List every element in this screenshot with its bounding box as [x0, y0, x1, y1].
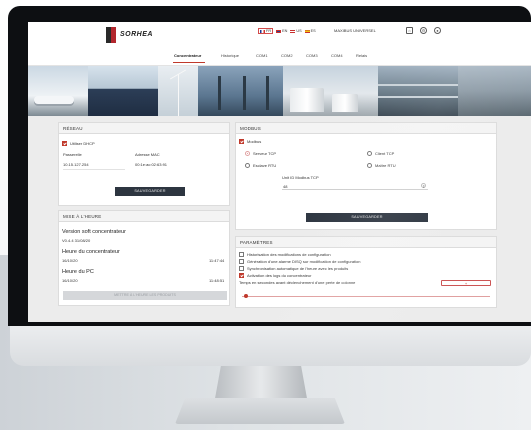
- settings-icon[interactable]: ⚙: [420, 27, 427, 34]
- pc-date: 16/10/20: [62, 278, 78, 283]
- mac-value: 00:1e:ac:02:63:91: [135, 162, 168, 167]
- banner-refinery: [378, 66, 458, 116]
- mac-label: Adresse MAC: [135, 152, 160, 157]
- flag-uk-icon: [276, 29, 282, 33]
- app-header: SORHEA FR EN US ES MAXIBUS UNIVERSEL ⌂ ⚙…: [28, 22, 531, 48]
- lang-es[interactable]: ES: [304, 28, 316, 34]
- maitre-rtu-label: Maître RTU: [375, 163, 396, 168]
- pipe: [378, 84, 458, 86]
- reseau-card: RÉSEAU Utiliser DHCP Passerelle Adresse …: [58, 122, 230, 206]
- check-historisation-label: Historisation des modifications de confi…: [247, 252, 331, 257]
- banner-industrial-site: [458, 66, 531, 116]
- mise-a-heure-title: MISE À L'HEURE: [59, 211, 229, 222]
- pc-time-label: Heure du PC: [62, 269, 94, 275]
- screen: SORHEA FR EN US ES MAXIBUS UNIVERSEL ⌂ ⚙…: [28, 22, 531, 322]
- version-value: V0.4.4 31/08/20: [62, 238, 91, 243]
- dhcp-checkbox[interactable]: [62, 141, 67, 146]
- radio-esclave-rtu[interactable]: [245, 163, 250, 168]
- tab-historique[interactable]: Historique: [221, 53, 239, 58]
- modbus-card: MODBUS Modbus Serveur TCP Client TCP Esc…: [235, 122, 497, 230]
- flag-us-icon: [290, 29, 296, 33]
- home-icon[interactable]: ⌂: [406, 27, 413, 34]
- check-logs-label: Activation des logs du concentrateur: [247, 273, 312, 278]
- check-alarme-disq-label: Génération d'une alarme DISQ sur modific…: [247, 259, 361, 264]
- tank: [332, 94, 358, 112]
- delay-increment-button[interactable]: +: [441, 280, 491, 286]
- check-historisation[interactable]: [239, 252, 244, 257]
- mise-a-heure-card: MISE À L'HEURE Version soft concentrateu…: [58, 210, 230, 306]
- reseau-title: RÉSEAU: [59, 123, 229, 134]
- modbus-checkbox[interactable]: [239, 139, 244, 144]
- modbus-label: Modbus: [247, 139, 262, 144]
- crane: [218, 76, 221, 110]
- tab-com2[interactable]: COM2: [281, 53, 293, 58]
- active-tab-indicator: [173, 62, 205, 63]
- tab-relais[interactable]: Relais: [356, 53, 367, 58]
- delay-label: Temps en secondes avant déclenchement d'…: [239, 280, 356, 285]
- unit-id-input[interactable]: [282, 183, 428, 190]
- esclave-rtu-label: Esclave RTU: [253, 163, 277, 168]
- check-logs[interactable]: [239, 273, 244, 278]
- conc-date: 16/10/20: [62, 258, 78, 263]
- unit-id-value: 48: [283, 184, 288, 189]
- reseau-save-button[interactable]: SAUVEGARDER: [115, 187, 185, 196]
- delay-slider-knob[interactable]: [244, 294, 248, 298]
- dhcp-label: Utiliser DHCP: [70, 141, 95, 146]
- gateway-underline: [63, 169, 125, 170]
- parametres-title: PARAMÈTRES: [236, 237, 496, 248]
- lang-fr[interactable]: FR: [258, 28, 274, 34]
- delay-slider-track[interactable]: [242, 296, 490, 297]
- tab-com3[interactable]: COM3: [306, 53, 318, 58]
- turbine-mast: [178, 74, 179, 116]
- banner-airplane: [34, 96, 74, 104]
- modbus-save-button[interactable]: SAUVEGARDER: [306, 213, 428, 222]
- gateway-label: Passerelle: [63, 152, 82, 157]
- crane: [266, 76, 269, 110]
- pc-time: 11:48:51: [209, 278, 225, 283]
- conc-time-label: Heure du concentrateur: [62, 249, 120, 255]
- radio-client-tcp[interactable]: [367, 151, 372, 156]
- sync-time-button[interactable]: METTRE À L'HEURE LES PRODUITS: [63, 291, 227, 300]
- banner-airport: [28, 66, 88, 116]
- serveur-tcp-label: Serveur TCP: [253, 151, 277, 156]
- gateway-value[interactable]: 10.15.127.254: [63, 162, 89, 167]
- tab-com4[interactable]: COM4: [331, 53, 343, 58]
- monitor-chin: [10, 324, 531, 366]
- radio-serveur-tcp[interactable]: [245, 151, 250, 156]
- tank: [290, 88, 324, 112]
- banner-solar-panels: [88, 66, 158, 116]
- logo-mark-icon: [106, 27, 116, 43]
- check-synchronisation[interactable]: [239, 266, 244, 271]
- banner-port-cranes: [198, 66, 283, 116]
- pipe: [378, 96, 458, 98]
- flag-fr-icon: [260, 29, 265, 33]
- mode-label: MAXIBUS UNIVERSEL: [334, 28, 376, 33]
- check-alarme-disq[interactable]: [239, 259, 244, 264]
- client-tcp-label: Client TCP: [375, 151, 395, 156]
- tab-com1[interactable]: COM1: [256, 53, 268, 58]
- user-icon[interactable]: ●: [434, 27, 441, 34]
- lang-en[interactable]: EN: [276, 28, 287, 34]
- lang-us[interactable]: US: [290, 28, 302, 34]
- tab-concentrateur[interactable]: Concentrateur: [174, 53, 201, 58]
- flag-es-icon: [304, 29, 310, 33]
- logo-text: SORHEA: [120, 31, 153, 38]
- unit-id-stepper[interactable]: ⇕: [421, 183, 426, 189]
- crane: [243, 76, 246, 110]
- hero-banner: [28, 66, 531, 116]
- main-nav: Concentrateur Historique COM1 COM2 COM3 …: [28, 48, 531, 66]
- version-label: Version soft concentrateur: [62, 229, 126, 235]
- unit-id-label: Unit ID Modbus TCP: [282, 175, 319, 180]
- modbus-title: MODBUS: [236, 123, 496, 134]
- monitor-stand-base: [175, 398, 345, 424]
- conc-time: 11:47:44: [209, 258, 225, 263]
- language-selector: FR EN US ES: [258, 28, 316, 34]
- radio-maitre-rtu[interactable]: [367, 163, 372, 168]
- check-synchronisation-label: Synchronisation automatique de l'heure a…: [247, 266, 349, 271]
- parametres-card: PARAMÈTRES Historisation des modificatio…: [235, 236, 497, 308]
